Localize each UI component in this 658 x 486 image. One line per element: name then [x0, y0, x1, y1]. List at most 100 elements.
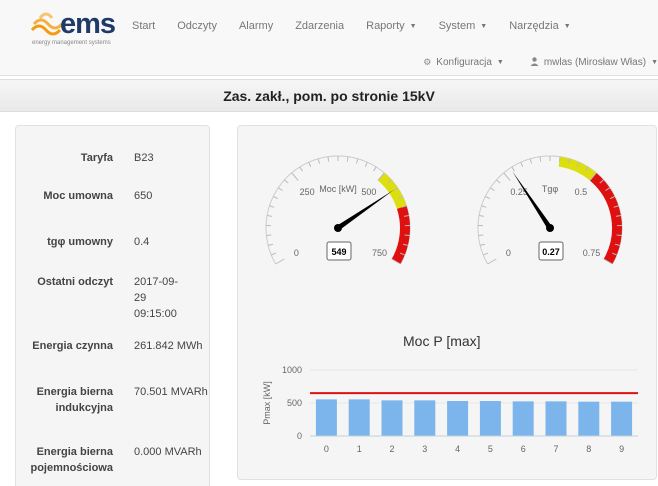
nav-item-odczyty[interactable]: Odczyty	[177, 20, 217, 32]
gauge-tick	[481, 205, 487, 208]
gauge-value: 0.27	[542, 247, 560, 257]
logo-subtitle: energy management systems	[32, 40, 111, 46]
logo[interactable]: ems energy management systems	[30, 6, 120, 46]
x-tick-label: 3	[422, 444, 427, 454]
info-value: B23	[134, 152, 154, 164]
bar[interactable]	[545, 401, 567, 436]
bar[interactable]	[578, 401, 600, 436]
x-tick-label: 1	[357, 444, 362, 454]
info-panel: Taryfa B23 Moc umowna 650 tgφ umowny 0.4 Ostat…	[15, 125, 210, 486]
gauge-tick	[558, 156, 561, 162]
sun-waves-icon	[30, 12, 64, 36]
gauge-tick	[346, 156, 349, 162]
x-tick-label: 9	[619, 444, 624, 454]
caret-down-icon: ▼	[563, 22, 571, 30]
power-gauge: 0 250 500 750 Moc [kW] 549	[265, 155, 411, 265]
info-label: Taryfa	[80, 152, 113, 164]
gauge-tick	[299, 166, 303, 172]
bar[interactable]	[479, 401, 501, 436]
caret-down-icon: ▼	[409, 22, 417, 30]
bar[interactable]	[348, 399, 370, 436]
info-label: Moc umowna	[43, 190, 113, 202]
gauge-tick	[480, 243, 486, 246]
info-value: 0.000 MVARh	[134, 446, 202, 458]
gauge-tick-label: 0	[506, 248, 511, 258]
nav-item-zdarzenia[interactable]: Zdarzenia	[295, 20, 344, 32]
gauge-tick-label: 500	[361, 187, 376, 197]
gauge-name: Tgφ	[542, 184, 559, 194]
y-tick-label: 500	[287, 398, 302, 408]
user-menu[interactable]: mwlas (Mirosław Włas) ▼	[530, 57, 658, 68]
bar[interactable]	[414, 400, 436, 436]
x-tick-label: 6	[521, 444, 526, 454]
x-tick-label: 8	[586, 444, 591, 454]
gauge-pivot	[546, 224, 554, 232]
gauge-tick	[404, 234, 410, 237]
secondary-nav: ⚙ Konfiguracja ▼ mwlas (Mirosław Włas) ▼	[397, 57, 658, 68]
nav-item-label: Narzędzia	[509, 20, 559, 32]
chart-title: Moc P [max]	[403, 333, 481, 349]
gauge-tick	[275, 258, 285, 265]
bar[interactable]	[512, 401, 534, 436]
bar[interactable]	[381, 400, 403, 436]
user-label: mwlas (Mirosław Włas)	[543, 57, 647, 68]
bar[interactable]	[315, 399, 337, 436]
info-value: 0.4	[134, 236, 150, 248]
gauge-tick	[529, 158, 533, 164]
x-tick-label: 2	[389, 444, 394, 454]
gauge-needle	[512, 171, 553, 230]
gauge-tick	[317, 158, 321, 164]
gauge-pivot	[334, 224, 342, 232]
nav-item-alarmy[interactable]: Alarmy	[239, 20, 273, 32]
gauge-tick	[503, 172, 511, 181]
gauge-tick	[539, 156, 542, 162]
nav-item-label: Start	[132, 20, 156, 32]
gauge-tick	[485, 195, 490, 200]
gauge-tick	[266, 234, 272, 237]
gauge-tick	[511, 166, 515, 172]
info-label: Energia bierna pojemnościowa	[30, 446, 113, 474]
nav-item-raporty[interactable]: Raporty ▼	[366, 20, 416, 32]
page-title: Zas. zakł., pom. po stronie 15kV	[0, 79, 658, 112]
gauge-tick-label: 0.5	[575, 187, 588, 197]
info-label: tgφ umowny	[47, 236, 113, 248]
info-label: Energia bierna indukcyjna	[36, 386, 113, 414]
y-tick-label: 0	[297, 431, 302, 441]
nav-item-label: System	[438, 20, 476, 32]
info-value: 261.842 MWh	[134, 340, 203, 352]
gauge-tick	[373, 166, 377, 172]
gauge-tick-label: 0.75	[583, 248, 601, 258]
gauge-tick	[483, 252, 489, 256]
nav-item-system[interactable]: System ▼	[439, 20, 488, 32]
gauge-tick	[364, 162, 368, 167]
caret-down-icon: ▼	[480, 22, 488, 30]
nav-item-start[interactable]: Start	[132, 20, 155, 32]
bar[interactable]	[447, 401, 469, 436]
bar[interactable]	[611, 401, 633, 436]
gauge-tick	[327, 156, 330, 162]
x-tick-label: 7	[553, 444, 558, 454]
gauge-band	[558, 156, 597, 181]
nav-item-narzedzia[interactable]: Narzędzia ▼	[509, 20, 570, 32]
gauge-tick	[490, 187, 495, 191]
gauge-tick-label: 750	[372, 248, 387, 258]
x-tick-label: 5	[488, 444, 493, 454]
gauge-tick	[478, 234, 484, 237]
gauge-tick-label: 0	[294, 248, 299, 258]
y-axis-label: Pmax [kW]	[262, 381, 272, 425]
gauge-band	[377, 172, 407, 210]
user-icon	[530, 57, 539, 68]
gauge-tick	[268, 243, 274, 246]
gauge-tick	[479, 215, 485, 217]
gauge-tick	[308, 162, 312, 167]
gauge-tick	[284, 179, 289, 184]
caret-down-icon: ▼	[496, 59, 504, 66]
y-tick-label: 1000	[282, 365, 302, 375]
info-label: Ostatni odczyt	[37, 276, 113, 288]
gauge-value: 549	[331, 247, 346, 257]
nav-item-label: Odczyty	[177, 20, 217, 32]
gauge-name: Moc [kW]	[319, 184, 357, 194]
config-menu[interactable]: ⚙ Konfiguracja ▼	[423, 57, 504, 68]
nav-item-label: Alarmy	[238, 20, 274, 32]
caret-down-icon: ▼	[651, 59, 658, 66]
